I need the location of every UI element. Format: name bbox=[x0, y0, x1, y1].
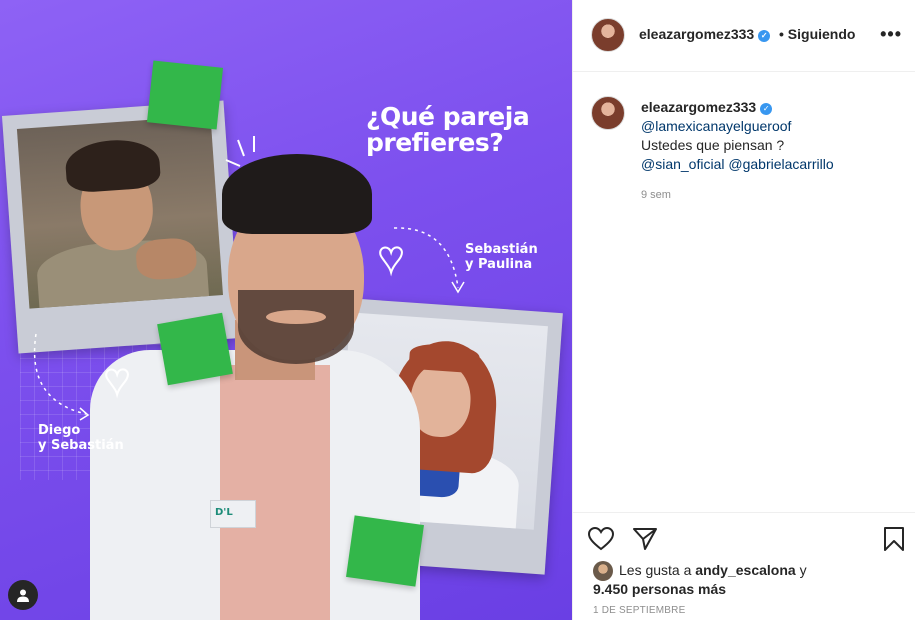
caption-body: eleazargomez333 ✓ @lamexicanayelgueroof U… bbox=[641, 98, 901, 205]
like-button[interactable] bbox=[587, 525, 615, 553]
post-actions: Les gusta a andy_escalona y 9.450 person… bbox=[573, 512, 915, 620]
caption-text: Ustedes que piensan ? bbox=[641, 137, 785, 153]
avatar[interactable] bbox=[591, 18, 625, 52]
post-header: eleazargomez333 ✓ • Siguiendo ••• bbox=[573, 0, 915, 72]
following-label[interactable]: Siguiendo bbox=[788, 26, 856, 42]
green-square-decoration bbox=[146, 60, 224, 130]
green-square-decoration bbox=[157, 312, 233, 386]
mouth-area bbox=[266, 310, 326, 324]
verified-badge-icon: ✓ bbox=[758, 29, 771, 42]
couple-label-left: Diego y Sebastián bbox=[38, 423, 124, 453]
follow-status[interactable]: • Siguiendo bbox=[779, 26, 855, 42]
heart-outline-icon: ♥ bbox=[103, 355, 131, 404]
sparkle-lines bbox=[225, 136, 255, 167]
avatar[interactable] bbox=[593, 561, 613, 581]
post-headline: ¿Qué pareja prefieres? bbox=[366, 102, 530, 157]
likes-text[interactable]: Les gusta a andy_escalona y bbox=[619, 561, 807, 580]
likes-joiner: y bbox=[799, 562, 807, 578]
bookmark-icon bbox=[884, 527, 904, 551]
dashed-arrow bbox=[393, 227, 465, 294]
header-username[interactable]: eleazargomez333 ✓ bbox=[639, 26, 771, 42]
separator-dot: • bbox=[779, 26, 784, 42]
dashed-arrow bbox=[33, 333, 90, 421]
caption-age[interactable]: 9 sem bbox=[641, 186, 901, 205]
green-square-decoration bbox=[346, 515, 424, 587]
likes-count[interactable]: 9.450 personas más bbox=[593, 581, 726, 597]
liker-username[interactable]: andy_escalona bbox=[695, 562, 795, 578]
beard bbox=[238, 290, 354, 364]
mention-link[interactable]: @sian_oficial bbox=[641, 156, 724, 172]
save-button[interactable] bbox=[880, 525, 908, 553]
user-icon bbox=[17, 589, 29, 602]
post-image[interactable]: ¿Qué pareja prefieres? D'L ♥ ♥ Sebastián… bbox=[0, 0, 572, 620]
more-options-icon[interactable]: ••• bbox=[880, 24, 902, 45]
coat-logo-text: D'L bbox=[215, 507, 233, 518]
post-date[interactable]: 1 DE SEPTIEMBRE bbox=[593, 605, 685, 616]
verified-badge-icon: ✓ bbox=[760, 102, 773, 115]
heart-icon bbox=[588, 527, 614, 551]
caption-username[interactable]: eleazargomez333 bbox=[641, 99, 756, 115]
paper-plane-icon bbox=[633, 528, 657, 550]
mention-link[interactable]: @lamexicanayelgueroof bbox=[641, 117, 901, 136]
share-button[interactable] bbox=[631, 525, 659, 553]
likes-summary[interactable]: Les gusta a andy_escalona y 9.450 person… bbox=[593, 561, 807, 599]
couple-label-right: Sebastián y Paulina bbox=[465, 242, 538, 272]
pink-shirt bbox=[220, 365, 330, 620]
username-text[interactable]: eleazargomez333 bbox=[639, 26, 754, 42]
mention-link[interactable]: @gabrielacarrillo bbox=[728, 156, 833, 172]
likes-prefix: Les gusta a bbox=[619, 562, 692, 578]
avatar[interactable] bbox=[591, 96, 625, 130]
tagged-user-button[interactable] bbox=[8, 580, 38, 610]
post-sidebar: eleazargomez333 ✓ • Siguiendo ••• eleazar… bbox=[572, 0, 915, 620]
